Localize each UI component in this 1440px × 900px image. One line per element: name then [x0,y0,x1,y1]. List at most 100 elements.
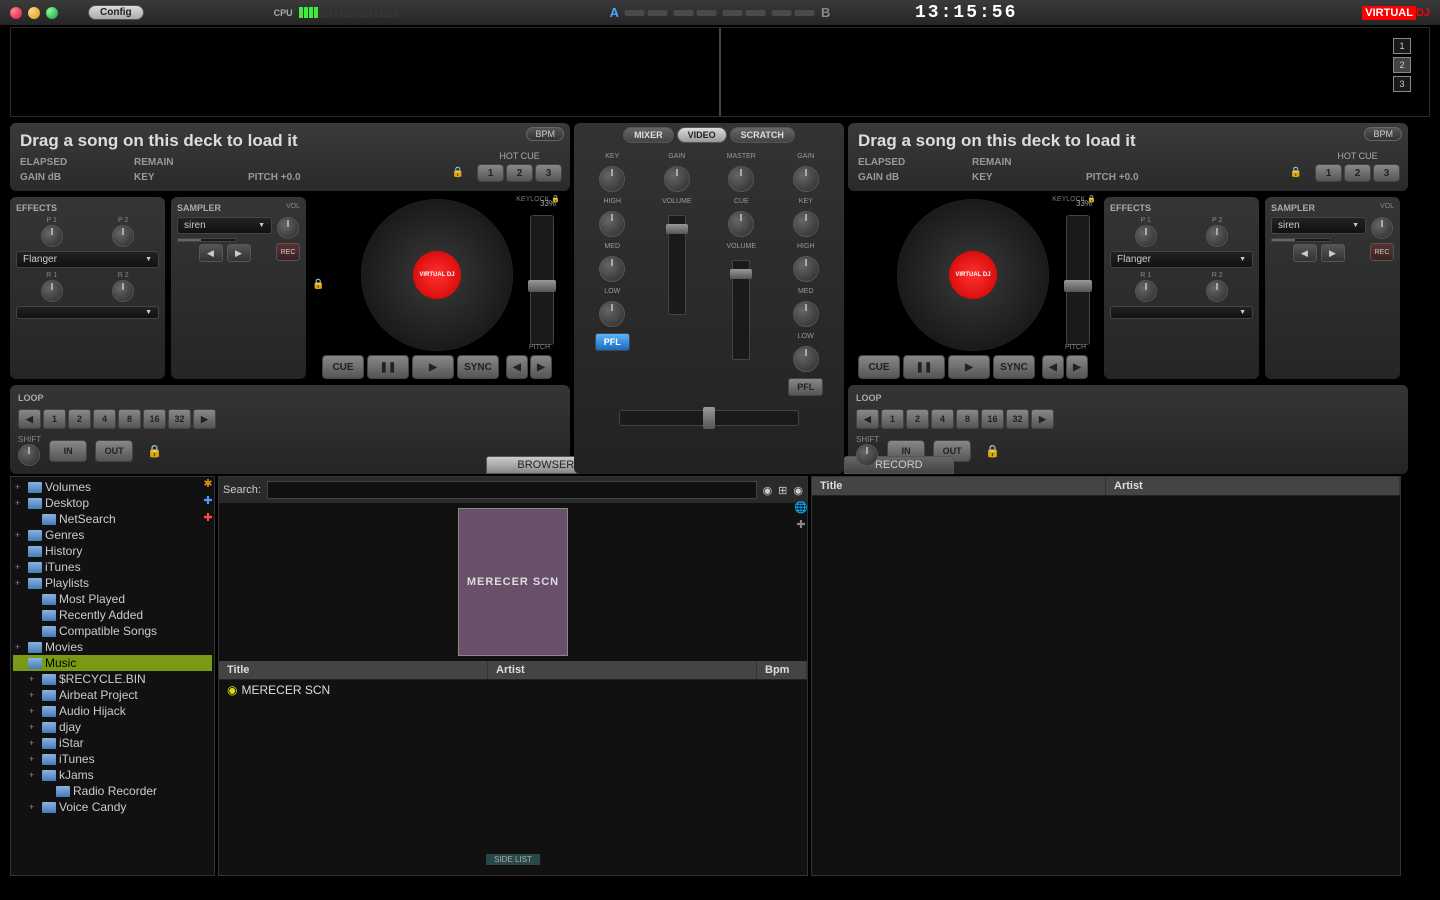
cue-button-b[interactable]: CUE [858,355,900,379]
low-a-knob[interactable] [599,301,625,327]
sample-prev-button-b[interactable]: ◀ [1293,244,1317,262]
add-icon[interactable]: ✚ [794,518,808,532]
loop-8-button[interactable]: 8 [118,409,141,429]
tool-icon-1[interactable]: ✱ [201,477,215,491]
shift-knob[interactable] [18,444,40,466]
tree-item[interactable]: +Audio Hijack [13,703,212,719]
loop-lock-icon[interactable]: 🔒 [147,444,162,458]
tree-item[interactable]: Compatible Songs [13,623,212,639]
tree-item[interactable]: +Volumes [13,479,212,495]
fx-p2-knob-b[interactable] [1206,225,1228,247]
effect-select-b[interactable]: Flanger [1110,251,1253,268]
table-row[interactable]: ◉MERECER SCN [219,680,807,700]
sample-prev-button[interactable]: ◀ [199,244,223,262]
high-b-knob[interactable] [793,256,819,282]
play-button[interactable]: ▶ [412,355,454,379]
effect-select-2[interactable] [16,306,159,319]
sample-vol-knob-b[interactable] [1371,217,1393,239]
hotcue-3-button[interactable]: 3 [535,164,562,182]
pitch-up-button-b[interactable]: ▶ [1066,355,1088,379]
volume-b-slider[interactable] [732,260,750,360]
gain-a-knob[interactable] [664,166,690,192]
master-knob[interactable] [728,166,754,192]
tree-item[interactable]: +iTunes [13,751,212,767]
pfl-b-button[interactable]: PFL [788,378,823,396]
waveform-b[interactable] [721,28,1429,116]
key-b-knob[interactable] [793,211,819,237]
hotcue-2-button-b[interactable]: 2 [1344,164,1371,182]
tree-item[interactable]: NetSearch [13,511,212,527]
crossfader[interactable] [619,410,799,426]
cue-knob[interactable] [728,211,754,237]
hotcue-3-button-b[interactable]: 3 [1373,164,1400,182]
play-button-b[interactable]: ▶ [948,355,990,379]
key-a-knob[interactable] [599,166,625,192]
zoom-icon[interactable] [46,7,58,19]
pitch-down-button[interactable]: ◀ [506,355,528,379]
sample-select[interactable]: siren [177,217,272,234]
video-tab[interactable]: VIDEO [677,127,727,143]
tree-item[interactable]: Most Played [13,591,212,607]
tree-item[interactable]: +djay [13,719,212,735]
hotcue-2-button[interactable]: 2 [506,164,533,182]
sample-vol-knob[interactable] [277,217,299,239]
sample-play-button-b[interactable]: ▶ [1321,244,1345,262]
gain-b-knob[interactable] [793,166,819,192]
cue-button[interactable]: CUE [322,355,364,379]
pitch-slider-b[interactable] [1066,215,1090,345]
fx-r2-knob[interactable] [112,280,134,302]
search-opt-3-icon[interactable]: ◉ [793,484,803,497]
scratch-tab[interactable]: SCRATCH [730,127,795,143]
jog-wheel[interactable]: VIRTUAL DJ [361,199,513,351]
track-table[interactable]: Title Artist Bpm ◉MERECER SCN [219,661,807,875]
med-a-knob[interactable] [599,256,625,282]
waveform-a[interactable] [11,28,719,116]
tree-item[interactable]: Recently Added [13,607,212,623]
col-title[interactable]: Title [219,661,488,679]
tree-item[interactable]: +Voice Candy [13,799,212,815]
pfl-a-button[interactable]: PFL [595,333,630,351]
jog-wheel-b[interactable]: VIRTUAL DJ [897,199,1049,351]
high-a-knob[interactable] [599,211,625,237]
loop-next-button[interactable]: ▶ [193,409,216,429]
lock-icon[interactable]: 🔒 [312,279,324,290]
loop-16-button[interactable]: 16 [143,409,166,429]
playlist-table[interactable]: 🌐 ✚ Title Artist [811,476,1401,876]
fx-p1-knob-b[interactable] [1135,225,1157,247]
loop-prev-button-b[interactable]: ◀ [856,409,879,429]
loop-next-button-b[interactable]: ▶ [1031,409,1054,429]
hotcue-1-button[interactable]: 1 [477,164,504,182]
album-cover[interactable]: MERECER SCN [458,508,568,656]
fx-r1-knob[interactable] [41,280,63,302]
effect-select[interactable]: Flanger [16,251,159,268]
low-b-knob[interactable] [793,346,819,372]
tree-item[interactable]: +Movies [13,639,212,655]
search-opt-1-icon[interactable]: ◉ [763,484,773,497]
tree-item[interactable]: +Playlists [13,575,212,591]
close-icon[interactable] [10,7,22,19]
col-artist[interactable]: Artist [488,661,757,679]
col-artist-r[interactable]: Artist [1106,477,1400,495]
bpm-button[interactable]: BPM [526,127,564,141]
tree-item[interactable]: +kJams [13,767,212,783]
loop-lock-icon-b[interactable]: 🔒 [985,444,1000,458]
fx-r2-knob-b[interactable] [1206,280,1228,302]
sample-select-b[interactable]: siren [1271,217,1366,234]
med-b-knob[interactable] [793,301,819,327]
sidelist-toggle[interactable]: SIDE LIST [486,854,540,865]
loop-32-button[interactable]: 32 [168,409,191,429]
loop-4-button[interactable]: 4 [93,409,116,429]
tree-item[interactable]: Radio Recorder [13,783,212,799]
shift-knob-b[interactable] [856,444,878,466]
tree-item[interactable]: History [13,543,212,559]
search-opt-2-icon[interactable]: ⊞ [778,484,787,497]
tool-icon-3[interactable]: ✚ [201,511,215,525]
loop-out-button[interactable]: OUT [95,440,133,462]
tree-item[interactable]: +Genres [13,527,212,543]
config-button[interactable]: Config [88,5,144,20]
loop-2-button[interactable]: 2 [68,409,91,429]
pitch-down-button-b[interactable]: ◀ [1042,355,1064,379]
tree-item[interactable]: +$RECYCLE.BIN [13,671,212,687]
folder-tree[interactable]: +Volumes+DesktopNetSearch+GenresHistory+… [10,476,215,876]
sample-play-button[interactable]: ▶ [227,244,251,262]
